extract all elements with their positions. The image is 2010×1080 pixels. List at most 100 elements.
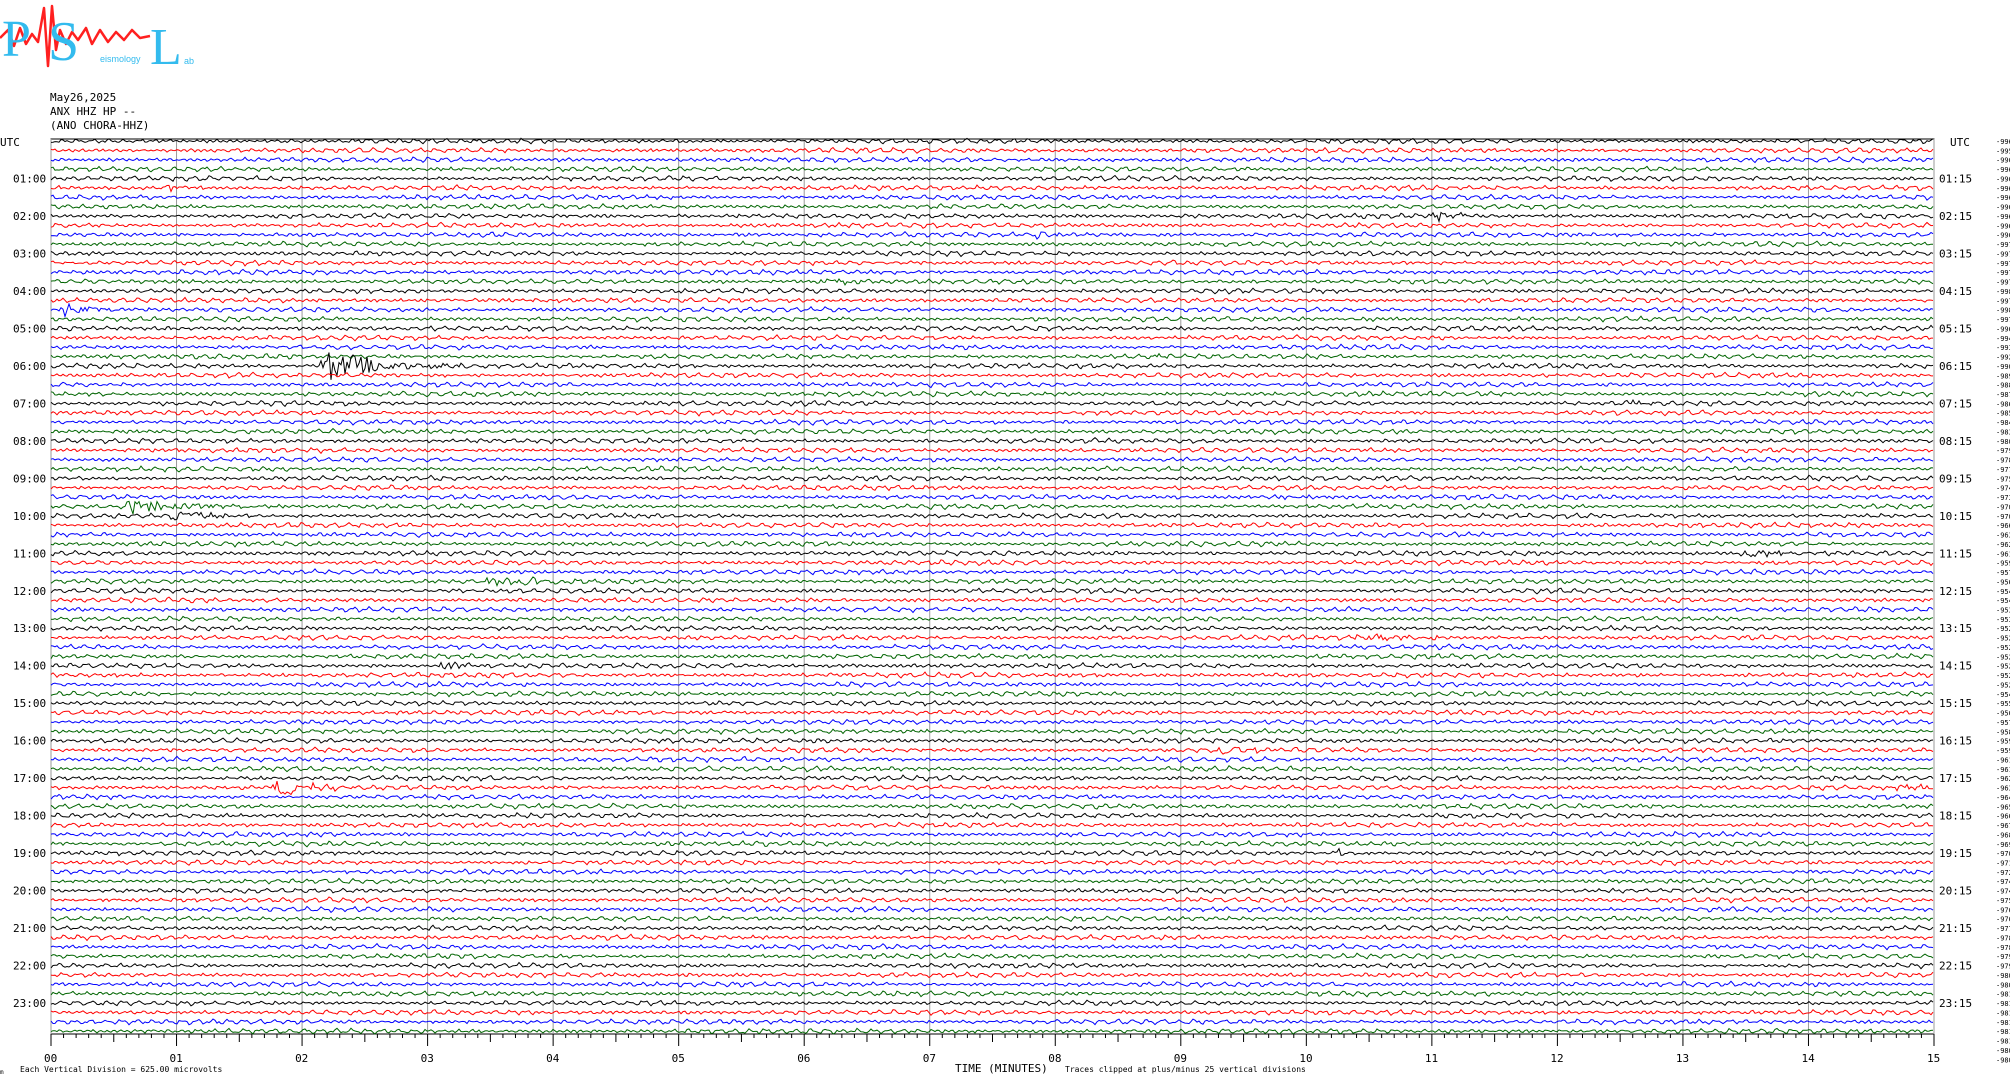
hour-label-right: 10:15 <box>1939 510 1972 523</box>
row-offset-label: -9968 <box>1996 213 2010 221</box>
trace-row <box>50 915 1934 923</box>
x-tick-label: 02 <box>295 1052 308 1065</box>
trace-row <box>50 302 1934 319</box>
row-offset-label: -9979 <box>1996 269 2010 277</box>
row-offset-label: -9614 <box>1996 550 2010 558</box>
row-offset-label: -9740 <box>1996 878 2010 886</box>
x-axis-title: TIME (MINUTES) <box>955 1062 1048 1075</box>
y-axis-label-right: UTC <box>1950 136 1970 149</box>
trace-row <box>50 690 1934 698</box>
trace-row <box>50 942 1934 951</box>
hour-label-left: 02:00 <box>13 210 46 223</box>
row-offset-label: -9621 <box>1996 775 2010 783</box>
row-offset-label: -9567 <box>1996 710 2010 718</box>
row-offset-label: -9677 <box>1996 822 2010 830</box>
row-offset-label: -9776 <box>1996 925 2010 933</box>
hour-label-right: 04:15 <box>1939 285 1972 298</box>
hour-label-left: 14:00 <box>13 660 46 673</box>
trace-row <box>50 521 1934 529</box>
hour-label-left: 17:00 <box>13 772 46 785</box>
hour-label-left: 18:00 <box>13 810 46 823</box>
row-offset-label: -9896 <box>1996 372 2010 380</box>
hour-label-right: 23:15 <box>1939 997 1972 1010</box>
trace-row <box>50 465 1934 473</box>
row-offset-label: -9924 <box>1996 354 2010 362</box>
trace-row <box>50 896 1934 904</box>
x-tick-label: 04 <box>546 1052 560 1065</box>
trace-row <box>50 671 1934 679</box>
row-offset-label: -9787 <box>1996 944 2010 952</box>
row-offset-label: -9708 <box>1996 513 2010 521</box>
hour-label-right: 01:15 <box>1939 172 1972 185</box>
x-tick-label: 08 <box>1048 1052 1061 1065</box>
row-offset-label: -9871 <box>1996 391 2010 399</box>
row-offset-label: -9977 <box>1996 279 2010 287</box>
trace-row <box>50 193 1934 201</box>
row-offset-label: -9765 <box>1996 916 2010 924</box>
row-offset-label: -9960 <box>1996 325 2010 333</box>
hour-label-left: 15:00 <box>13 697 46 710</box>
x-tick-label: 06 <box>797 1052 810 1065</box>
trace-row <box>50 886 1934 895</box>
hour-label-right: 11:15 <box>1939 547 1972 560</box>
x-tick-label: 05 <box>672 1052 685 1065</box>
hour-label-right: 09:15 <box>1939 472 1972 485</box>
row-offset-label: -9960 <box>1996 157 2010 165</box>
hour-label-left: 09:00 <box>13 472 46 485</box>
hour-label-right: 02:15 <box>1939 210 1972 223</box>
hour-label-left: 08:00 <box>13 435 46 448</box>
row-offset-label: -9834 <box>1996 428 2010 436</box>
row-offset-label: -9806 <box>1996 1047 2010 1055</box>
trace-row <box>50 643 1934 651</box>
x-axis: 00 01 02 03 04 05 06 07 08 09 10 11 12 13 14 15 <box>44 1034 1940 1065</box>
trace-row <box>50 961 1934 970</box>
row-offset-label: -9960 <box>1996 204 2010 212</box>
x-tick-label: 07 <box>923 1052 936 1065</box>
row-offset-label: -9980 <box>1996 288 2010 296</box>
row-offset-label: -9964 <box>1996 166 2010 174</box>
row-offset-label: -9555 <box>1996 700 2010 708</box>
hour-label-left: 05:00 <box>13 322 46 335</box>
row-offset-label: -9757 <box>1996 475 2010 483</box>
row-offset-label: -9977 <box>1996 260 2010 268</box>
row-offset-label: -9591 <box>1996 738 2010 746</box>
row-offset-label: -9905 <box>1996 363 2010 371</box>
row-offset-label: -9795 <box>1996 963 2010 971</box>
trace-row <box>50 680 1934 689</box>
trace-row <box>50 437 1934 445</box>
hour-label-left: 21:00 <box>13 922 46 935</box>
trace-row <box>50 990 1934 998</box>
trace-row <box>50 250 1934 258</box>
trace-row <box>50 709 1934 717</box>
trace-row <box>50 398 1934 408</box>
row-offset-label: -9535 <box>1996 616 2010 624</box>
row-offset-label: -9793 <box>1996 953 2010 961</box>
row-offset-label: -9576 <box>1996 719 2010 727</box>
row-offset-label: -9786 <box>1996 934 2010 942</box>
row-offset-label: -9811 <box>1996 991 2010 999</box>
row-offset-label: -9630 <box>1996 785 2010 793</box>
row-offset-label: -9806 <box>1996 981 2010 989</box>
corner-mark: m <box>0 1069 4 1076</box>
hour-label-right: 07:15 <box>1939 397 1972 410</box>
trace-row <box>50 427 1934 436</box>
row-offset-label: -9883 <box>1996 382 2010 390</box>
trace-row <box>50 221 1934 229</box>
hour-label-right: 20:15 <box>1939 885 1972 898</box>
hour-label-left: 19:00 <box>13 847 46 860</box>
hour-label-right: 18:15 <box>1939 810 1972 823</box>
trace-row <box>50 334 1933 342</box>
trace-row <box>50 868 1934 876</box>
row-offset-label: -9549 <box>1996 588 2010 596</box>
row-offset-label: -9960 <box>1996 194 2010 202</box>
row-offset-label: -9956 <box>1996 147 2010 155</box>
trace-row <box>50 755 1934 764</box>
row-offset-label: -9969 <box>1996 222 2010 230</box>
hour-label-right: 19:15 <box>1939 847 1972 860</box>
hour-label-right: 06:15 <box>1939 360 1972 373</box>
row-offset-label: -9979 <box>1996 250 2010 258</box>
trace-row <box>50 780 1933 796</box>
row-offset-label: -9945 <box>1996 335 2010 343</box>
trace-row <box>50 1027 1934 1035</box>
trace-row <box>50 287 1934 295</box>
